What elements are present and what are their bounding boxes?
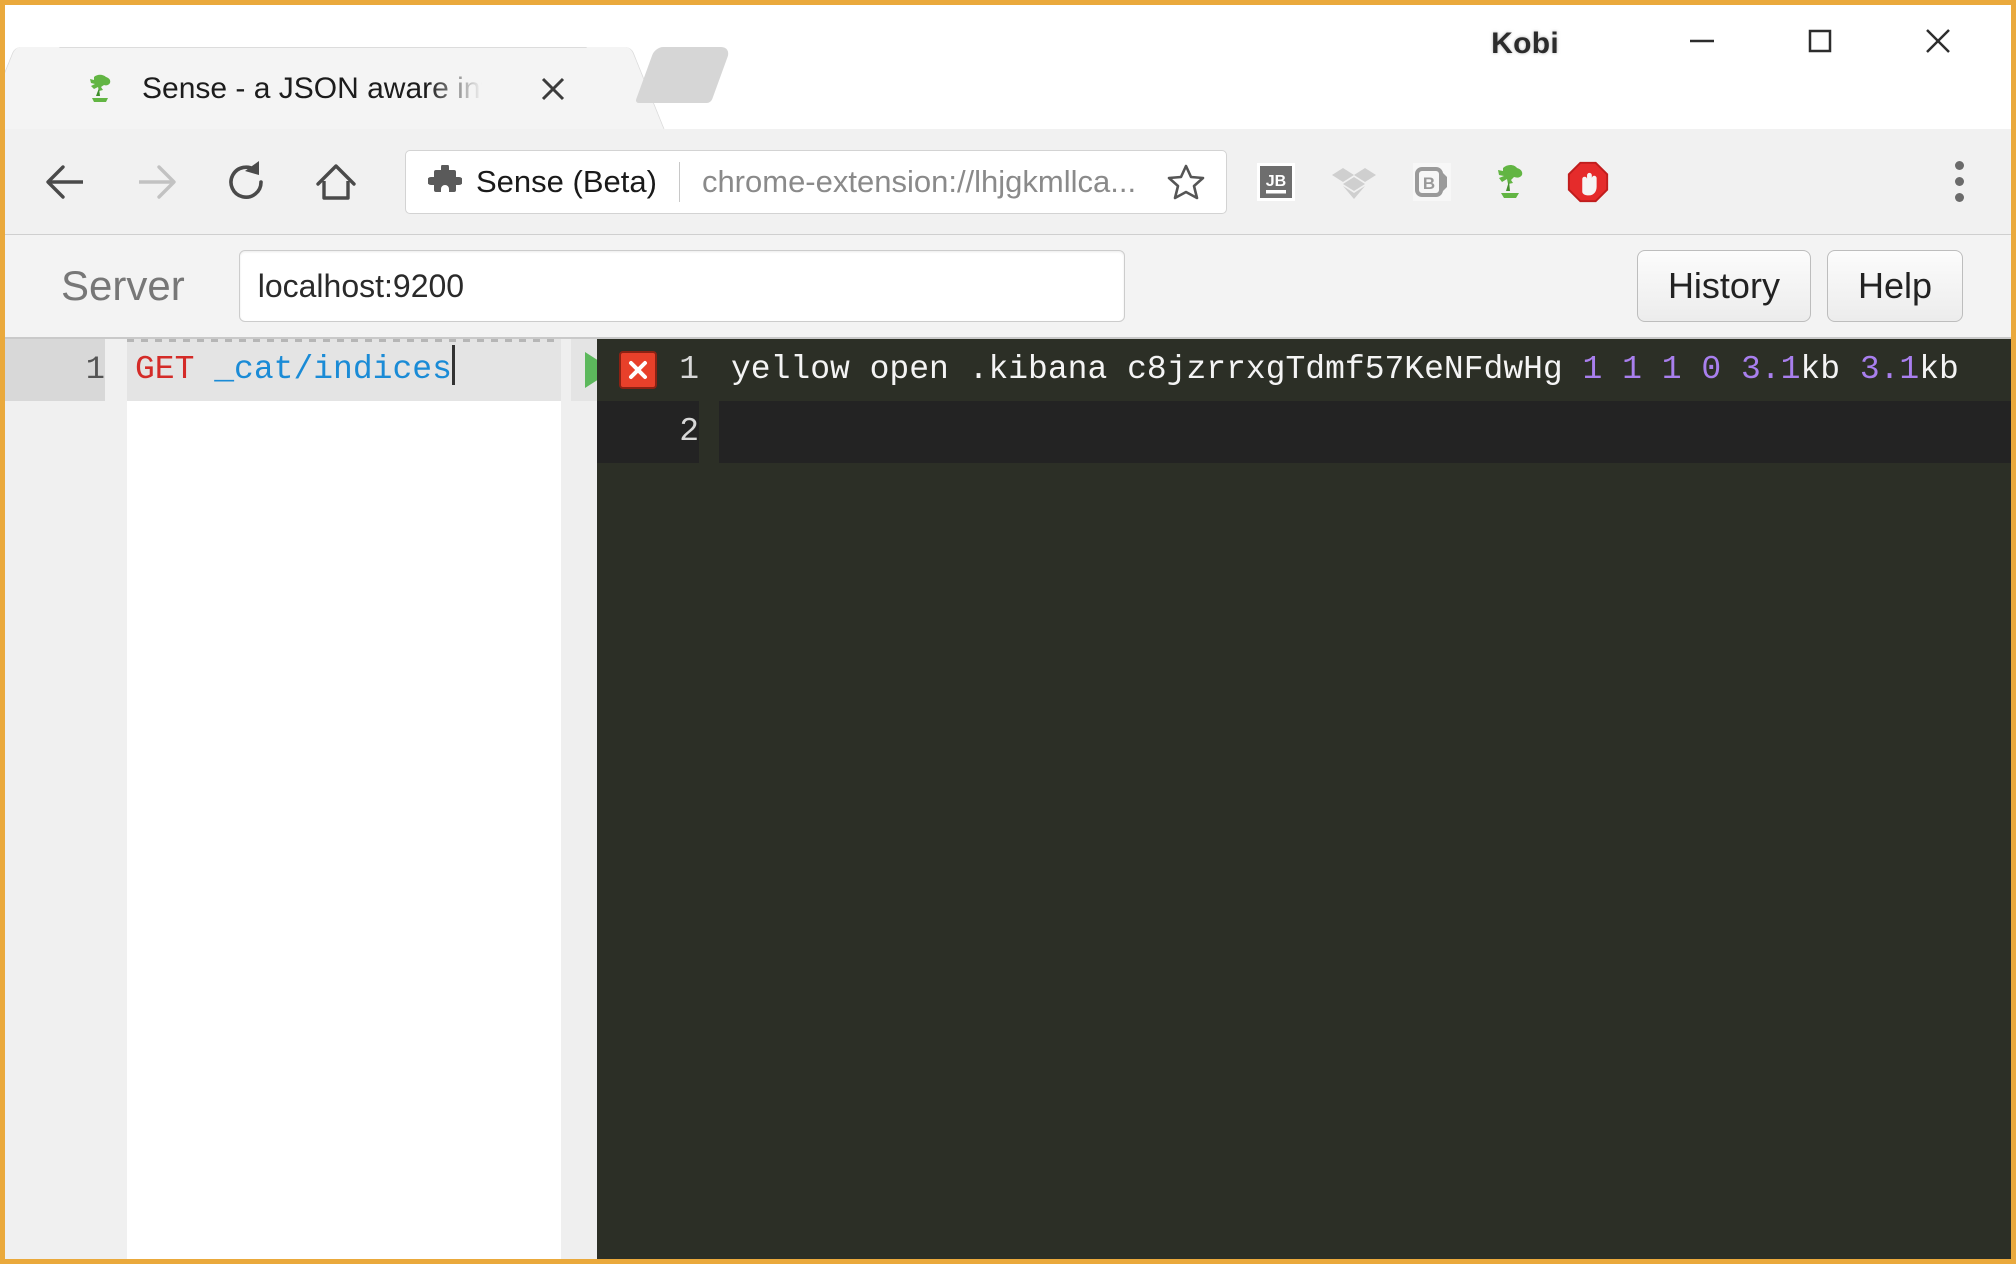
request-editor-pane[interactable]: 1 GET _cat/indices — [5, 339, 675, 1259]
menu-dot — [1954, 193, 1964, 202]
url-text: chrome-extension://lhjgkmllca... — [701, 163, 1137, 199]
close-icon — [629, 361, 647, 379]
dropbox-icon[interactable] — [1331, 159, 1377, 205]
browser-tab[interactable]: Sense - a JSON aware int — [23, 47, 623, 129]
editor-line-number: 1 — [5, 339, 105, 401]
error-marker-icon[interactable] — [619, 351, 657, 389]
chrome-menu-button[interactable] — [1933, 152, 1985, 212]
request-line[interactable]: GET _cat/indices — [127, 339, 561, 401]
menu-dot — [1954, 177, 1964, 186]
svg-text:B: B — [1423, 174, 1435, 193]
history-button[interactable]: History — [1636, 250, 1811, 322]
back-button[interactable] — [27, 143, 105, 221]
output-row — [719, 401, 2011, 463]
extension-name-label: Sense (Beta) — [476, 163, 657, 199]
editor-code[interactable]: GET _cat/indices — [127, 339, 675, 1259]
output-row: yellow open .kibana c8jzrrxgTdmf57KeNFdw… — [719, 339, 2011, 401]
extension-tray: JB B — [1253, 159, 1611, 205]
puzzle-piece-icon — [428, 164, 462, 192]
star-icon[interactable] — [1166, 162, 1206, 202]
help-button[interactable]: Help — [1826, 250, 1963, 322]
output-text: yellow open .kibana c8jzrrxgTdmf57KeNFdw… — [731, 351, 1583, 388]
output-size-total-unit: kb — [1919, 351, 1959, 388]
omnibox-divider — [678, 161, 680, 202]
request-path-token: _cat/indices — [214, 351, 452, 388]
back-arrow-icon — [46, 164, 83, 199]
output-size-primary: 3.1 — [1740, 351, 1801, 388]
output-line-number: 1 — [679, 351, 699, 388]
reload-icon — [229, 160, 263, 199]
tab-close-button[interactable] — [534, 70, 572, 108]
output-size-total: 3.1 — [1840, 351, 1920, 388]
bonsai-tree-icon — [90, 74, 111, 102]
server-actions: History Help — [1636, 250, 1963, 322]
sense-server-bar: Server localhost:9200 History Help — [5, 235, 2011, 339]
editor-gutter: 1 — [5, 339, 127, 1259]
output-line-number-1: 1 — [597, 339, 699, 401]
output-gutter: 1 2 — [597, 339, 719, 1259]
server-label: Server — [61, 262, 185, 309]
close-icon — [541, 77, 565, 100]
tab-strip: Sense - a JSON aware int — [5, 47, 2011, 129]
browser-toolbar: Sense (Beta) chrome-extension://lhjgkmll… — [5, 129, 2011, 235]
output-line-number-2: 2 — [597, 401, 699, 463]
output-numbers: 1 1 1 0 — [1582, 351, 1741, 388]
forward-arrow-icon — [139, 164, 176, 199]
home-button[interactable] — [297, 143, 375, 221]
bitbucket-icon[interactable]: B — [1409, 159, 1455, 205]
sense-bonsai-icon[interactable] — [1487, 159, 1533, 205]
output-code: yellow open .kibana c8jzrrxgTdmf57KeNFdw… — [719, 339, 2011, 1259]
svg-text:JB: JB — [1266, 173, 1286, 190]
jetbrains-toolbox-icon[interactable]: JB — [1253, 159, 1299, 205]
forward-button[interactable] — [117, 143, 195, 221]
tab-title: Sense - a JSON aware int — [142, 71, 482, 105]
server-input-value: localhost:9200 — [257, 267, 465, 304]
output-size-primary-unit: kb — [1800, 351, 1841, 388]
address-bar[interactable]: Sense (Beta) chrome-extension://lhjgkmll… — [405, 149, 1227, 214]
home-icon — [316, 163, 356, 200]
new-tab-button[interactable] — [634, 47, 732, 103]
server-input[interactable]: localhost:9200 — [238, 250, 1125, 322]
title-bar: Kobi Sense - a JSON aware int — [5, 5, 2011, 129]
browser-window: Kobi Sense - a JSON aware int Sense (Bet… — [0, 0, 2016, 1264]
response-output-pane[interactable]: 1 2 yellow open .kibana c8jzrrxgTdmf57Ke… — [597, 339, 2011, 1259]
adblock-icon[interactable] — [1565, 159, 1611, 205]
pane-splitter[interactable] — [561, 339, 597, 1259]
menu-dot — [1954, 161, 1964, 170]
sense-workspace: 1 GET _cat/indices 1 2 yellow open .kiba… — [5, 339, 2011, 1259]
reload-button[interactable] — [207, 143, 285, 221]
http-method-token: GET — [135, 351, 195, 388]
text-caret — [451, 345, 455, 385]
